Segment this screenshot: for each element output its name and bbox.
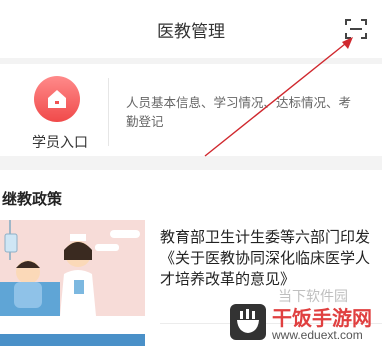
watermark-url: www.eduext.com [272,328,363,342]
watermark-logo [228,302,268,342]
rice-bowl-logo [230,304,266,340]
watermark-brand: 干饭手游网 [272,306,372,330]
